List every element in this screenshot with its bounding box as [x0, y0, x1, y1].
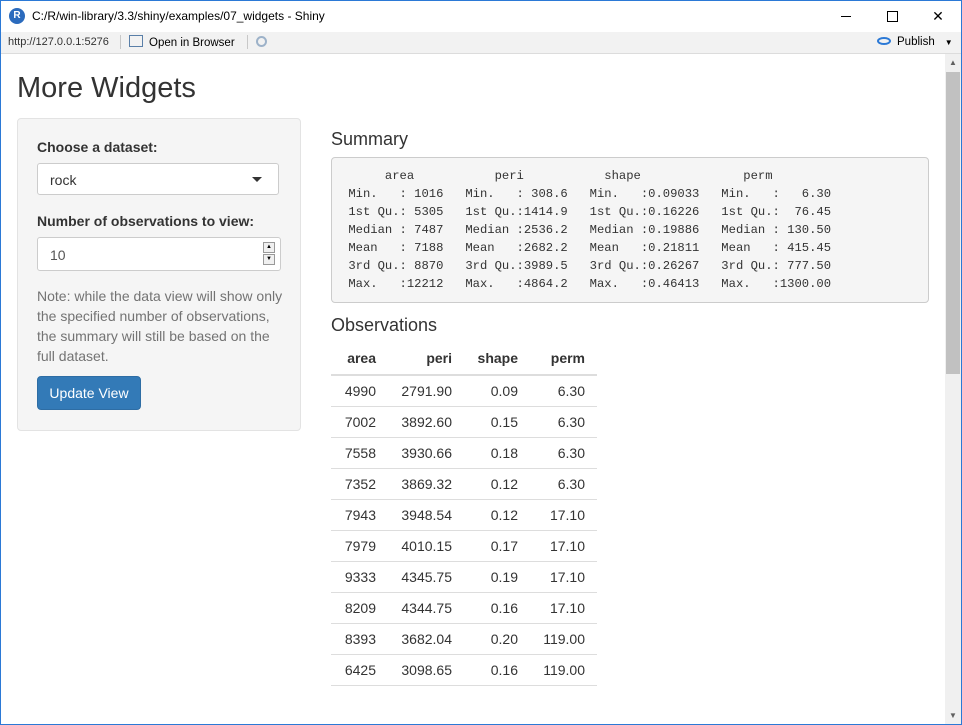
vertical-scrollbar[interactable]: ▲ ▼	[945, 54, 961, 724]
table-cell: 17.10	[530, 592, 597, 624]
table-cell: 0.15	[464, 406, 530, 438]
table-row: 7002 3892.60 0.15 6.30	[331, 406, 597, 438]
scroll-up-icon[interactable]: ▲	[945, 54, 961, 71]
table-cell: 2791.90	[388, 375, 464, 407]
table-cell: 0.16	[464, 592, 530, 624]
table-cell: 6425	[331, 654, 388, 686]
table-cell: 3098.65	[388, 654, 464, 686]
table-row: 8393 3682.04 0.20 119.00	[331, 623, 597, 655]
table-cell: 119.00	[530, 623, 597, 655]
summary-output: area peri shape perm Min. : 1016 Min. : …	[331, 157, 929, 303]
toolbar-divider	[247, 35, 248, 49]
r-logo-icon: R	[9, 8, 25, 24]
table-row: 4990 2791.90 0.09 6.30	[331, 375, 597, 407]
table-row: 7352 3869.32 0.12 6.30	[331, 468, 597, 500]
minimize-button[interactable]	[823, 1, 869, 32]
publish-button[interactable]: Publish ▼	[877, 36, 953, 48]
scrollbar-thumb[interactable]	[946, 72, 960, 374]
table-cell: 8209	[331, 592, 388, 624]
table-cell: 0.17	[464, 530, 530, 562]
table-row: 6425 3098.65 0.16 119.00	[331, 654, 597, 686]
table-cell: 7352	[331, 468, 388, 500]
sidebar-panel: Choose a dataset: rock Number of observa…	[17, 118, 301, 431]
table-cell: 6.30	[530, 468, 597, 500]
table-cell: 0.12	[464, 499, 530, 531]
open-in-browser-label: Open in Browser	[149, 37, 235, 49]
column-header: peri	[388, 342, 464, 376]
table-cell: 3869.32	[388, 468, 464, 500]
dataset-select[interactable]: rock	[37, 163, 279, 195]
table-row: 8209 4344.75 0.16 17.10	[331, 592, 597, 624]
table-cell: 7002	[331, 406, 388, 438]
dataset-label: Choose a dataset:	[37, 139, 158, 155]
update-view-button[interactable]: Update View	[37, 376, 141, 410]
url-display: http://127.0.0.1:5276	[8, 36, 109, 48]
table-cell: 0.09	[464, 375, 530, 407]
summary-heading: Summary	[331, 129, 409, 149]
column-header: shape	[464, 342, 530, 376]
caret-down-icon	[252, 177, 262, 182]
scroll-down-icon[interactable]: ▼	[945, 707, 961, 724]
title-bar: R C:/R/win-library/3.3/shiny/examples/07…	[1, 1, 961, 32]
toolbar-divider	[120, 35, 121, 49]
obs-label: Number of observations to view:	[37, 213, 255, 229]
observations-heading: Observations	[331, 315, 438, 335]
app-content: More Widgets Choose a dataset: rock Numb…	[1, 54, 945, 724]
table-cell: 3948.54	[388, 499, 464, 531]
spin-down-icon[interactable]: ▼	[263, 254, 275, 265]
table-cell: 7558	[331, 437, 388, 469]
table-cell: 17.10	[530, 499, 597, 531]
table-cell: 0.16	[464, 654, 530, 686]
table-cell: 7979	[331, 530, 388, 562]
close-icon: ✕	[932, 8, 944, 24]
publish-label: Publish	[897, 36, 935, 48]
obs-number-value: 10	[50, 247, 66, 263]
open-in-browser-button[interactable]: Open in Browser	[129, 35, 235, 49]
table-cell: 7943	[331, 499, 388, 531]
table-cell: 17.10	[530, 530, 597, 562]
maximize-icon	[887, 11, 898, 22]
observations-table: area peri shape perm 4990 2791.90 0.09 6.30…	[331, 342, 597, 686]
table-cell: 9333	[331, 561, 388, 593]
obs-number-input[interactable]: 10 ▲ ▼	[37, 237, 281, 271]
table-cell: 8393	[331, 623, 388, 655]
table-cell: 119.00	[530, 654, 597, 686]
viewer-toolbar: http://127.0.0.1:5276 Open in Browser Pu…	[1, 32, 961, 54]
page-title: More Widgets	[17, 72, 196, 104]
dataset-select-value: rock	[50, 172, 77, 188]
table-cell: 6.30	[530, 437, 597, 469]
publish-dropdown-icon[interactable]: ▼	[945, 38, 953, 47]
browser-window-icon	[129, 35, 143, 47]
minimize-icon	[841, 16, 851, 17]
rstudio-viewer-window: R C:/R/win-library/3.3/shiny/examples/07…	[0, 0, 962, 725]
table-cell: 4010.15	[388, 530, 464, 562]
close-button[interactable]: ✕	[915, 1, 961, 32]
table-header-row: area peri shape perm	[331, 342, 597, 376]
table-cell: 3892.60	[388, 406, 464, 438]
table-cell: 0.18	[464, 437, 530, 469]
maximize-button[interactable]	[869, 1, 915, 32]
publish-icon	[877, 37, 891, 45]
table-cell: 4990	[331, 375, 388, 407]
table-cell: 0.19	[464, 561, 530, 593]
column-header: area	[331, 342, 388, 376]
window-title: C:/R/win-library/3.3/shiny/examples/07_w…	[32, 9, 325, 23]
table-cell: 4344.75	[388, 592, 464, 624]
spin-up-icon[interactable]: ▲	[263, 242, 275, 253]
table-row: 7943 3948.54 0.12 17.10	[331, 499, 597, 531]
table-cell: 0.20	[464, 623, 530, 655]
table-cell: 6.30	[530, 375, 597, 407]
help-note: Note: while the data view will show only…	[37, 288, 283, 364]
table-cell: 4345.75	[388, 561, 464, 593]
refresh-icon[interactable]	[256, 36, 267, 47]
table-cell: 6.30	[530, 406, 597, 438]
table-cell: 0.12	[464, 468, 530, 500]
table-row: 9333 4345.75 0.19 17.10	[331, 561, 597, 593]
column-header: perm	[530, 342, 597, 376]
table-row: 7558 3930.66 0.18 6.30	[331, 437, 597, 469]
table-row: 7979 4010.15 0.17 17.10	[331, 530, 597, 562]
table-cell: 3682.04	[388, 623, 464, 655]
table-cell: 3930.66	[388, 437, 464, 469]
table-cell: 17.10	[530, 561, 597, 593]
